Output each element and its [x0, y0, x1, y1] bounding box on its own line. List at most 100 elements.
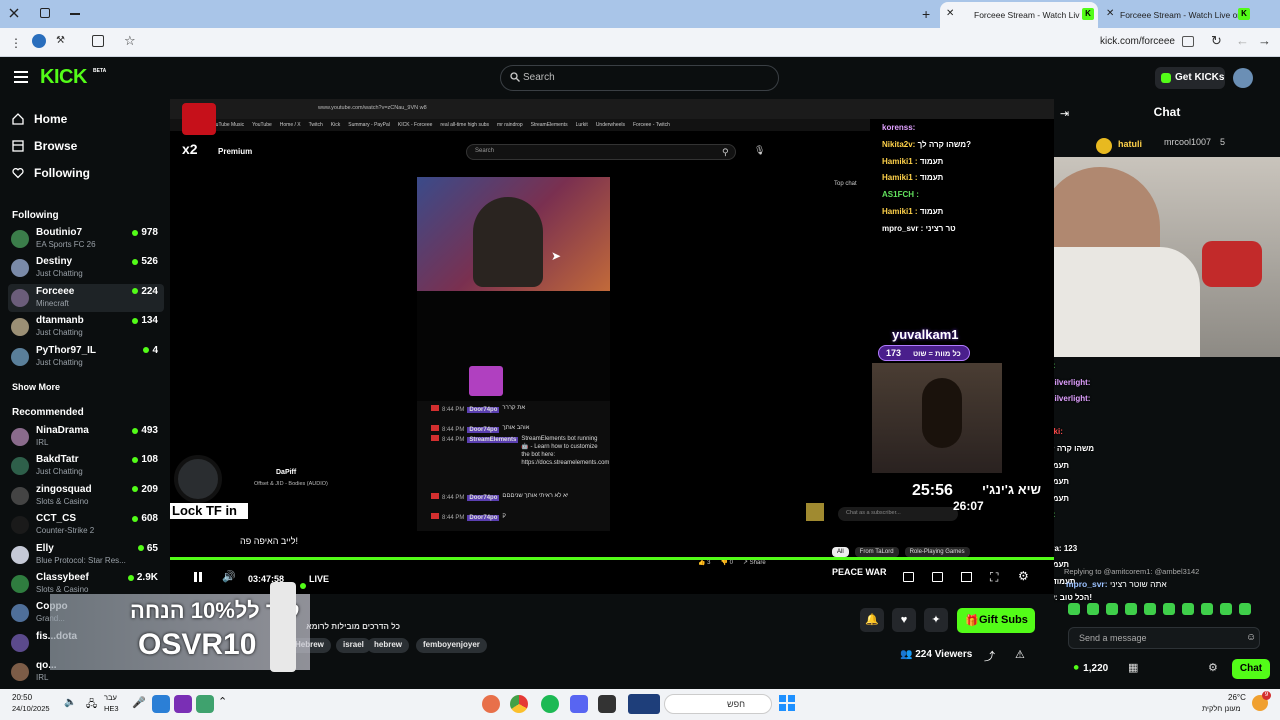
windows-start-icon[interactable]: [778, 694, 796, 712]
bookmark-item[interactable]: Forceee - Twitch: [633, 122, 670, 128]
clip-icon[interactable]: [903, 572, 914, 582]
reply-user[interactable]: mpro_svr:: [1066, 579, 1108, 589]
emote-icon[interactable]: [1144, 603, 1156, 615]
emote-icon[interactable]: [1125, 603, 1137, 615]
sidebar-channel[interactable]: Destiny Just Chatting 526: [8, 254, 164, 282]
emote-icon[interactable]: [1106, 603, 1118, 615]
yt-search-icon[interactable]: ⚲: [722, 147, 729, 158]
spotify-icon[interactable]: [541, 695, 559, 713]
refresh-icon[interactable]: ↻: [1211, 33, 1222, 49]
forward-icon[interactable]: ←: [1236, 33, 1249, 48]
pip-icon[interactable]: [961, 572, 972, 582]
emote-icon[interactable]: [1201, 603, 1213, 615]
subscribe-star-icon[interactable]: ✦: [924, 608, 948, 632]
tab-forceee-active[interactable]: ✕ Forceee Stream - Watch Liv K: [940, 2, 1098, 28]
search-input[interactable]: Search: [500, 65, 779, 91]
menu-dots-icon[interactable]: ⋮: [10, 36, 22, 50]
bookmark-item[interactable]: KICK - Forceee: [398, 122, 432, 128]
back-icon[interactable]: →: [1258, 33, 1271, 48]
fullscreen-icon[interactable]: ⛶: [990, 570, 998, 585]
pause-icon[interactable]: [192, 571, 204, 583]
emote-icon[interactable]: [1163, 603, 1175, 615]
bookmark-item[interactable]: Kick: [331, 122, 340, 128]
stream-tag[interactable]: israel: [336, 638, 371, 653]
follow-heart-icon[interactable]: ♥: [892, 608, 916, 632]
reader-icon[interactable]: [1182, 36, 1194, 47]
share-icon[interactable]: ⤴: [984, 648, 995, 664]
yt-search-input[interactable]: Search: [466, 144, 736, 160]
bookmark-item[interactable]: Home / X: [280, 122, 301, 128]
tray-app-1-icon[interactable]: [152, 695, 170, 713]
notification-bell-icon[interactable]: 🔔: [860, 608, 884, 632]
nav-home[interactable]: Home: [12, 109, 67, 129]
chat-message-user[interactable]: overspeedsilverlight:: [1054, 378, 1090, 387]
top-chat-label[interactable]: Top chat: [834, 181, 857, 187]
yt-chip[interactable]: Role-Playing Games: [904, 547, 970, 557]
pinned-user[interactable]: hatuli: [1118, 139, 1142, 149]
bookmark-item[interactable]: real all-time high subs: [440, 122, 489, 128]
collections-icon[interactable]: [92, 35, 104, 47]
emoji-icon[interactable]: ☺: [1246, 632, 1256, 643]
bookmark-item[interactable]: YouTube: [252, 122, 272, 128]
chat-message-user[interactable]: PikachuDG:: [1054, 510, 1055, 519]
yt-chat-input[interactable]: Chat as a subscriber...: [838, 507, 958, 521]
emote-icon[interactable]: [1220, 603, 1232, 615]
taskbar-app-icon[interactable]: [482, 695, 500, 713]
yt-chip[interactable]: From TaLord: [854, 547, 899, 557]
channel-points[interactable]: ⚫ 1,220: [1072, 663, 1108, 674]
address-bar[interactable]: kick.com/forceee: [1000, 36, 1175, 47]
emote-icon[interactable]: [1068, 603, 1080, 615]
favorite-star-icon[interactable]: ☆: [124, 33, 136, 49]
window-minimize-icon[interactable]: [70, 13, 80, 15]
tab-close-icon[interactable]: ✕: [1106, 8, 1114, 19]
nav-browse[interactable]: Browse: [12, 136, 77, 156]
sidebar-channel[interactable]: BakdTatr Just Chatting 108: [8, 452, 164, 480]
chat-message-user[interactable]: shaytshouva:: [1054, 544, 1062, 553]
new-tab-icon[interactable]: +: [922, 6, 930, 22]
bookmark-item[interactable]: Underwheels: [596, 122, 625, 128]
volume-tray-icon[interactable]: 🔈: [64, 697, 76, 708]
kick-logo[interactable]: KICK: [40, 66, 87, 89]
hamburger-menu-icon[interactable]: [14, 71, 28, 83]
emote-icon[interactable]: [1087, 603, 1099, 615]
gift-subs-button[interactable]: 🎁 Gift Subs: [957, 608, 1035, 633]
file-explorer-icon[interactable]: [598, 695, 616, 713]
stream-tag[interactable]: hebrew: [367, 638, 410, 653]
nav-following[interactable]: Following: [12, 163, 90, 183]
sidebar-channel[interactable]: Boutinio7 EA Sports FC 26 978: [8, 225, 164, 253]
network-icon[interactable]: 🖧: [86, 697, 97, 714]
emote-icon[interactable]: [1239, 603, 1251, 615]
chat-settings-icon[interactable]: ⚙: [1208, 661, 1218, 674]
bookmark-item[interactable]: Twitch: [309, 122, 323, 128]
discord-icon[interactable]: [570, 695, 588, 713]
theater-mode-icon[interactable]: [932, 572, 943, 582]
get-kicks-button[interactable]: Get KICKs: [1155, 67, 1225, 89]
weather-temp[interactable]: 26°C: [1228, 693, 1246, 702]
bookmark-item[interactable]: Summary - PayPal: [348, 122, 390, 128]
bookmark-item[interactable]: mr raindrop: [497, 122, 523, 128]
tab-close-icon[interactable]: ✕: [946, 8, 954, 19]
extensions-icon[interactable]: ⚒: [56, 35, 65, 46]
show-more-link[interactable]: Show More: [12, 382, 60, 392]
chat-message-user[interactable]: LlamBaZooki:: [1054, 427, 1063, 436]
chat-message-user[interactable]: PikachuDG:: [1054, 361, 1055, 370]
sidebar-channel[interactable]: Forceee Minecraft 224: [8, 283, 164, 312]
yt-mic-icon[interactable]: 🎙: [754, 145, 765, 156]
bookmark-item[interactable]: StreamElements: [531, 122, 568, 128]
chat-input[interactable]: Send a message ☺: [1068, 627, 1260, 649]
volume-icon[interactable]: 🔊: [222, 570, 236, 583]
report-icon[interactable]: ⚠: [1015, 648, 1025, 661]
onenote-icon[interactable]: [174, 695, 192, 713]
sidebar-channel[interactable]: Elly Blue Protocol: Star Res... 65: [8, 541, 164, 569]
gift-chest-icon[interactable]: ▦: [1128, 661, 1138, 674]
share-button[interactable]: ↗ Share: [743, 559, 766, 566]
sidebar-channel[interactable]: zingosquad Slots & Casino 209: [8, 482, 164, 510]
bookmark-item[interactable]: Lurkit: [576, 122, 588, 128]
chrome-icon[interactable]: [510, 695, 528, 713]
stream-tag[interactable]: femboyenjoyer: [416, 638, 487, 653]
taskbar-search[interactable]: חפש: [664, 694, 772, 714]
progress-track[interactable]: [170, 557, 1054, 560]
emote-icon[interactable]: [1182, 603, 1194, 615]
sidebar-channel[interactable]: NinaDrama IRL 493: [8, 423, 164, 451]
video-player[interactable]: www.youtube.com/watch?v=zCNau_9VN w8 You…: [170, 99, 1054, 594]
